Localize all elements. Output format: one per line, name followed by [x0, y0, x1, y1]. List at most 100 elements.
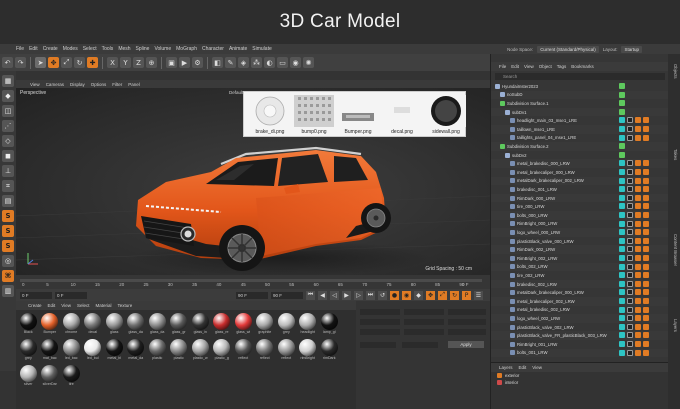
visibility-check-icon[interactable]: [619, 83, 625, 89]
material-tag-icon[interactable]: [619, 160, 625, 167]
material-swatch[interactable]: glass_in: [190, 313, 211, 338]
phong-tag-icon[interactable]: [627, 186, 633, 193]
material-swatch[interactable]: metal_da: [126, 339, 147, 364]
cube-icon[interactable]: ◧: [212, 57, 223, 68]
phong-tag-icon[interactable]: [627, 306, 633, 313]
material-tag-icon[interactable]: [619, 194, 625, 201]
material-swatch[interactable]: grey: [276, 313, 297, 338]
model-mode-icon[interactable]: ◆: [2, 90, 14, 102]
grid-icon[interactable]: ⌘: [2, 270, 14, 282]
object-manager-menu-item[interactable]: Edit: [511, 64, 519, 69]
visibility-check-icon[interactable]: [619, 100, 625, 107]
material-swatch[interactable]: lamp_gl: [319, 313, 340, 338]
script-icon-3[interactable]: S: [2, 240, 14, 252]
display-tag-icon[interactable]: [643, 177, 649, 184]
material-menu-item[interactable]: Create: [28, 303, 42, 308]
material-swatch[interactable]: plastic: [169, 339, 190, 364]
object-row[interactable]: bolts_001_LRW: [491, 348, 669, 358]
material-swatch[interactable]: glass_da: [126, 313, 147, 338]
object-row[interactable]: logo_wheel_002_LRW: [491, 314, 669, 323]
y-axis-icon[interactable]: Y: [120, 57, 131, 68]
size-mode-dropdown[interactable]: [402, 342, 438, 348]
material-tag-icon[interactable]: [619, 203, 625, 210]
rotate-tool-icon[interactable]: ↻: [74, 57, 85, 68]
display-tag-icon[interactable]: [643, 263, 649, 270]
material-menu-item[interactable]: Edit: [48, 303, 56, 308]
material-tag-icon[interactable]: [619, 315, 625, 322]
texture-tag-icon[interactable]: [635, 177, 641, 184]
axis-mode-icon[interactable]: ⊥: [2, 165, 14, 177]
material-tag-icon[interactable]: [619, 263, 625, 270]
phong-tag-icon[interactable]: [627, 237, 633, 244]
menu-item[interactable]: Modes: [63, 46, 78, 52]
material-swatch[interactable]: metal_bl: [104, 339, 125, 364]
menu-item[interactable]: Spline: [136, 46, 150, 52]
phong-tag-icon[interactable]: [627, 263, 633, 270]
play-icon[interactable]: ▶: [342, 290, 351, 300]
object-manager-menu-item[interactable]: Tags: [557, 64, 567, 69]
display-tag-icon[interactable]: [643, 341, 649, 347]
material-swatch[interactable]: reflect: [276, 339, 297, 364]
visibility-check-icon[interactable]: [619, 108, 625, 115]
object-row[interactable]: RimBright_000_LRW: [491, 220, 669, 229]
solo-icon[interactable]: ◎: [2, 255, 14, 267]
render-view-icon[interactable]: ▣: [166, 57, 177, 68]
timeline-ruler[interactable]: 0 5 10 15 20 25 30 35 40 45 50 55 60 65 70 75 80 85 90 0 F: [16, 275, 490, 289]
menu-item[interactable]: Volume: [154, 46, 171, 52]
material-swatch[interactable]: tire: [61, 365, 82, 390]
phong-tag-icon[interactable]: [627, 194, 633, 201]
polygons-mode-icon[interactable]: ◼: [2, 150, 14, 162]
z-axis-icon[interactable]: Z: [133, 57, 144, 68]
layer-row[interactable]: interior: [491, 379, 669, 386]
side-tab[interactable]: Content Browser: [670, 234, 678, 266]
object-row[interactable]: RimBright_002_LRW: [491, 254, 669, 263]
autokey-icon[interactable]: ◉: [402, 290, 411, 300]
recent-tool-icon[interactable]: ✚: [87, 57, 98, 68]
object-row[interactable]: tire_002_LRW: [491, 271, 669, 280]
texture-thumb[interactable]: sidewall.png: [426, 95, 466, 136]
start-frame-field[interactable]: 0 F: [20, 291, 52, 299]
texture-tag-icon[interactable]: [635, 126, 641, 132]
menu-item[interactable]: Select: [83, 46, 97, 52]
object-row[interactable]: Subdivision Surface.1: [491, 99, 669, 108]
material-swatch[interactable]: graphite: [255, 313, 276, 338]
texture-tag-icon[interactable]: [635, 280, 641, 287]
object-row[interactable]: bolts_000_LRW: [491, 211, 669, 220]
previous-key-icon[interactable]: ◀: [318, 290, 327, 300]
workplane-icon[interactable]: ▤: [2, 195, 14, 207]
material-swatch[interactable]: glass_gr: [169, 313, 190, 338]
floor-icon[interactable]: ▭: [277, 57, 288, 68]
object-row[interactable]: bolts_002_LRW: [491, 262, 669, 272]
material-swatch[interactable]: Bumper: [40, 313, 61, 338]
subdivision-icon[interactable]: ◈: [238, 57, 249, 68]
material-menu-item[interactable]: View: [61, 303, 71, 308]
viewport-menu-item[interactable]: Panel: [128, 82, 140, 87]
material-swatch[interactable]: reflect: [255, 339, 276, 364]
material-tag-icon[interactable]: [619, 246, 625, 253]
material-tag-icon[interactable]: [619, 220, 625, 227]
phong-tag-icon[interactable]: [627, 341, 633, 347]
object-row[interactable]: subDv1: [491, 107, 669, 117]
material-swatch[interactable]: glass_da: [147, 313, 168, 338]
texture-tag-icon[interactable]: [635, 323, 641, 330]
material-swatch[interactable]: rimDark: [319, 339, 340, 364]
texture-tag-icon[interactable]: [635, 194, 641, 201]
coord-field[interactable]: [404, 309, 444, 315]
menu-item[interactable]: Character: [202, 46, 224, 52]
display-tag-icon[interactable]: [643, 298, 649, 304]
texture-tag-icon[interactable]: [635, 220, 641, 227]
texture-tag-icon[interactable]: [635, 255, 641, 261]
x-axis-icon[interactable]: X: [107, 57, 118, 68]
layout-dropdown[interactable]: Startup: [621, 45, 642, 53]
viewport-menu-item[interactable]: Cameras: [46, 82, 64, 87]
display-tag-icon[interactable]: [643, 306, 649, 313]
texture-tag-icon[interactable]: [635, 160, 641, 167]
phong-tag-icon[interactable]: [627, 220, 633, 227]
object-row[interactable]: tire_000_LRW: [491, 202, 669, 211]
material-tag-icon[interactable]: [619, 289, 625, 296]
object-manager-menu-item[interactable]: Object: [539, 64, 552, 69]
object-row[interactable]: taillown_mse1_LRE: [491, 125, 669, 134]
material-tag-icon[interactable]: [619, 212, 625, 218]
material-tag-icon[interactable]: [619, 323, 625, 330]
object-row[interactable]: metal_brakecaliper_000_LRW: [491, 168, 669, 177]
